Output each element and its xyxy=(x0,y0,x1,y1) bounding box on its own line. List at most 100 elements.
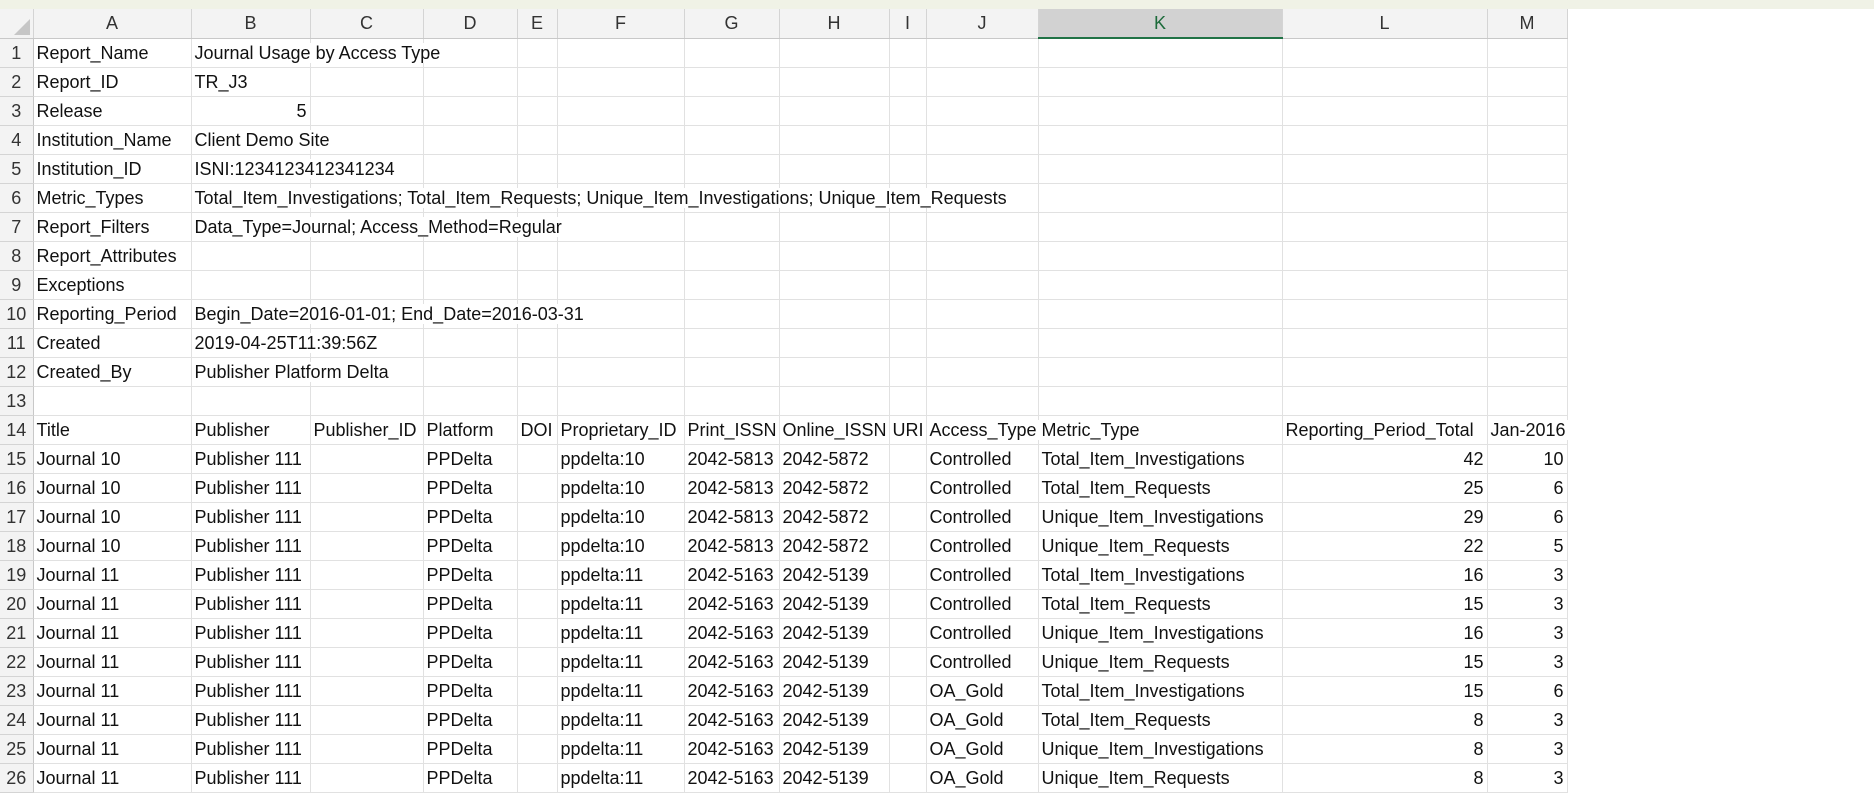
cell-l20[interactable]: 15 xyxy=(1282,589,1488,619)
cell-a2[interactable]: Report_ID xyxy=(33,67,192,97)
cell-h26[interactable]: 2042-5139 xyxy=(779,763,890,793)
cell-a18[interactable]: Journal 10 xyxy=(33,531,192,561)
cell-j1[interactable] xyxy=(926,38,1039,68)
cell-f26[interactable]: ppdelta:11 xyxy=(557,763,685,793)
row-header[interactable]: 15 xyxy=(0,444,34,474)
cell-i7[interactable] xyxy=(889,212,927,242)
cell-m18[interactable]: 5 xyxy=(1487,531,1568,561)
column-header-b[interactable]: B xyxy=(191,9,311,39)
row-header[interactable]: 10 xyxy=(0,299,34,329)
cell-i23[interactable] xyxy=(889,676,927,706)
cell-l11[interactable] xyxy=(1282,328,1488,358)
cell-f2[interactable] xyxy=(557,67,685,97)
cell-m9[interactable] xyxy=(1487,270,1568,300)
column-header-g[interactable]: G xyxy=(684,9,780,39)
cell-h13[interactable] xyxy=(779,386,890,416)
cell-b18[interactable]: Publisher 111 xyxy=(191,531,311,561)
row-header[interactable]: 22 xyxy=(0,647,34,677)
cell-g9[interactable] xyxy=(684,270,780,300)
cell-f16[interactable]: ppdelta:10 xyxy=(557,473,685,503)
cell-g16[interactable]: 2042-5813 xyxy=(684,473,780,503)
cell-m14[interactable]: Jan-2016 xyxy=(1487,415,1568,445)
cell-j16[interactable]: Controlled xyxy=(926,473,1039,503)
cell-k10[interactable] xyxy=(1038,299,1283,329)
cell-h15[interactable]: 2042-5872 xyxy=(779,444,890,474)
cell-h7[interactable] xyxy=(779,212,890,242)
cell-l24[interactable]: 8 xyxy=(1282,705,1488,735)
cell-i25[interactable] xyxy=(889,734,927,764)
cell-f12[interactable] xyxy=(557,357,685,387)
cell-h22[interactable]: 2042-5139 xyxy=(779,647,890,677)
cell-m3[interactable] xyxy=(1487,96,1568,126)
select-all-corner[interactable] xyxy=(0,9,34,39)
cell-m10[interactable] xyxy=(1487,299,1568,329)
row-header[interactable]: 2 xyxy=(0,67,34,97)
cell-i18[interactable] xyxy=(889,531,927,561)
cell-i20[interactable] xyxy=(889,589,927,619)
row-header[interactable]: 1 xyxy=(0,38,34,68)
cell-m7[interactable] xyxy=(1487,212,1568,242)
row-header[interactable]: 23 xyxy=(0,676,34,706)
cell-c2[interactable] xyxy=(310,67,424,97)
cell-g12[interactable] xyxy=(684,357,780,387)
cell-c20[interactable] xyxy=(310,589,424,619)
cell-d8[interactable] xyxy=(423,241,518,271)
cell-e24[interactable] xyxy=(517,705,558,735)
cell-a20[interactable]: Journal 11 xyxy=(33,589,192,619)
cell-k15[interactable]: Total_Item_Investigations xyxy=(1038,444,1283,474)
cell-b25[interactable]: Publisher 111 xyxy=(191,734,311,764)
cell-c21[interactable] xyxy=(310,618,424,648)
cell-l26[interactable]: 8 xyxy=(1282,763,1488,793)
cell-l25[interactable]: 8 xyxy=(1282,734,1488,764)
cell-a6[interactable]: Metric_Types xyxy=(33,183,192,213)
cell-f14[interactable]: Proprietary_ID xyxy=(557,415,685,445)
cell-j12[interactable] xyxy=(926,357,1039,387)
cell-d16[interactable]: PPDelta xyxy=(423,473,518,503)
row-header[interactable]: 21 xyxy=(0,618,34,648)
row-header[interactable]: 13 xyxy=(0,386,34,416)
cell-i3[interactable] xyxy=(889,96,927,126)
cell-j20[interactable]: Controlled xyxy=(926,589,1039,619)
cell-g8[interactable] xyxy=(684,241,780,271)
row-header[interactable]: 25 xyxy=(0,734,34,764)
cell-g26[interactable]: 2042-5163 xyxy=(684,763,780,793)
cell-l5[interactable] xyxy=(1282,154,1488,184)
cell-e21[interactable] xyxy=(517,618,558,648)
cell-d2[interactable] xyxy=(423,67,518,97)
cell-j5[interactable] xyxy=(926,154,1039,184)
cell-i8[interactable] xyxy=(889,241,927,271)
cell-d17[interactable]: PPDelta xyxy=(423,502,518,532)
cell-c19[interactable] xyxy=(310,560,424,590)
row-header[interactable]: 16 xyxy=(0,473,34,503)
cell-l9[interactable] xyxy=(1282,270,1488,300)
cell-f4[interactable] xyxy=(557,125,685,155)
cell-a13[interactable] xyxy=(33,386,192,416)
cell-j26[interactable]: OA_Gold xyxy=(926,763,1039,793)
row-header[interactable]: 6 xyxy=(0,183,34,213)
cell-c14[interactable]: Publisher_ID xyxy=(310,415,424,445)
cell-j24[interactable]: OA_Gold xyxy=(926,705,1039,735)
cell-l6[interactable] xyxy=(1282,183,1488,213)
cell-i12[interactable] xyxy=(889,357,927,387)
column-header-e[interactable]: E xyxy=(517,9,558,39)
cell-h20[interactable]: 2042-5139 xyxy=(779,589,890,619)
cell-f19[interactable]: ppdelta:11 xyxy=(557,560,685,590)
cell-f3[interactable] xyxy=(557,96,685,126)
cell-k14[interactable]: Metric_Type xyxy=(1038,415,1283,445)
cell-g25[interactable]: 2042-5163 xyxy=(684,734,780,764)
cell-l12[interactable] xyxy=(1282,357,1488,387)
cell-d4[interactable] xyxy=(423,125,518,155)
cell-b10[interactable]: Begin_Date=2016-01-01; End_Date=2016-03-… xyxy=(191,299,586,329)
cell-i1[interactable] xyxy=(889,38,927,68)
cell-j17[interactable]: Controlled xyxy=(926,502,1039,532)
cell-j22[interactable]: Controlled xyxy=(926,647,1039,677)
cell-f5[interactable] xyxy=(557,154,685,184)
cell-b7[interactable]: Data_Type=Journal; Access_Method=Regular xyxy=(191,212,564,242)
cell-a17[interactable]: Journal 10 xyxy=(33,502,192,532)
cell-j18[interactable]: Controlled xyxy=(926,531,1039,561)
cell-a14[interactable]: Title xyxy=(33,415,192,445)
column-header-k[interactable]: K xyxy=(1038,9,1283,39)
cell-h9[interactable] xyxy=(779,270,890,300)
cell-c24[interactable] xyxy=(310,705,424,735)
cell-f1[interactable] xyxy=(557,38,685,68)
